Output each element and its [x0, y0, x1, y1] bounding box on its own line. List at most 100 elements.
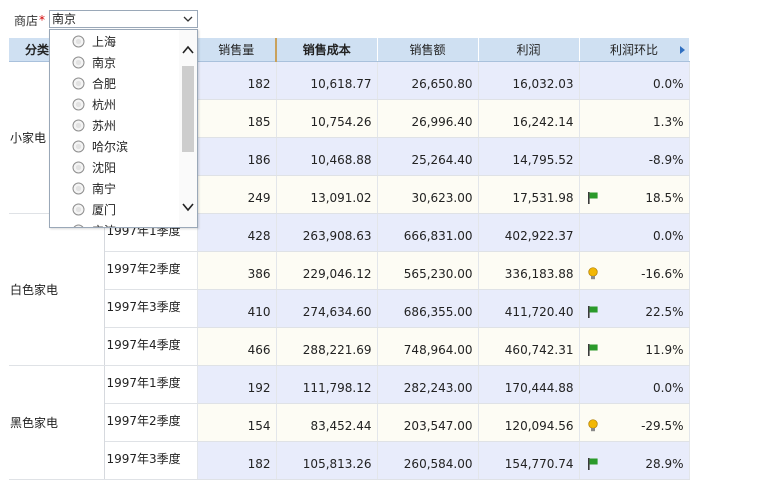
sales-amount-cell: 260,584.00 [377, 442, 478, 480]
triangle-right-icon[interactable] [680, 46, 685, 54]
sales-cost-cell: 13,091.02 [276, 176, 377, 214]
dropdown-option-label: 苏州 [92, 119, 116, 133]
dropdown-option[interactable]: 厦门 [72, 200, 187, 220]
profit-growth-value: 0.0% [653, 229, 684, 243]
radio-icon[interactable] [72, 56, 85, 69]
quarter-cell: 1997年2季度 [104, 252, 197, 290]
profit-growth-cell: 0.0% [579, 214, 689, 252]
sales-amount-cell: 25,264.40 [377, 138, 478, 176]
profit-cell: 170,444.88 [478, 366, 579, 404]
sales-qty-cell: 182 [197, 442, 276, 480]
profit-growth-cell: 0.0% [579, 366, 689, 404]
dropdown-option[interactable]: 杭州 [72, 95, 187, 115]
quarter-cell: 1997年3季度 [104, 290, 197, 328]
store-label: 商店 [14, 12, 38, 29]
sales-cost-cell: 111,798.12 [276, 366, 377, 404]
profit-growth-value: -16.6% [641, 267, 683, 281]
radio-icon[interactable] [72, 98, 85, 111]
profit-growth-cell: -8.9% [579, 138, 689, 176]
profit-cell: 460,742.31 [478, 328, 579, 366]
sales-qty-cell: 182 [197, 62, 276, 100]
sales-cost-cell: 10,754.26 [276, 100, 377, 138]
dropdown-option-label: 合肥 [92, 77, 116, 91]
radio-icon[interactable] [72, 224, 85, 228]
profit-growth-value: -29.5% [641, 419, 683, 433]
radio-icon[interactable] [72, 35, 85, 48]
table-row: 1997年4季度466288,221.69748,964.00460,742.3… [9, 328, 689, 366]
profit-growth-cell: 0.0% [579, 62, 689, 100]
profit-growth-value: 18.5% [645, 191, 683, 205]
sales-amount-cell: 26,650.80 [377, 62, 478, 100]
radio-icon[interactable] [72, 203, 85, 216]
sales-qty-cell: 466 [197, 328, 276, 366]
profit-cell: 411,720.40 [478, 290, 579, 328]
sales-qty-cell: 185 [197, 100, 276, 138]
sales-cost-cell: 288,221.69 [276, 328, 377, 366]
profit-growth-cell: 28.9% [579, 442, 689, 480]
profit-growth-value: 0.0% [653, 381, 684, 395]
profit-growth-cell: 11.9% [579, 328, 689, 366]
chevron-down-icon[interactable] [181, 201, 195, 213]
quarter-cell: 1997年3季度 [104, 442, 197, 480]
profit-cell: 17,531.98 [478, 176, 579, 214]
table-row: 1997年3季度182105,813.26260,584.00154,770.7… [9, 442, 689, 480]
dropdown-option[interactable]: 苏州 [72, 116, 187, 136]
dropdown-option[interactable]: 沈阳 [72, 158, 187, 178]
sales-cost-cell: 105,813.26 [276, 442, 377, 480]
radio-icon[interactable] [72, 77, 85, 90]
sales-cost-cell: 263,908.63 [276, 214, 377, 252]
profit-growth-cell: 1.3% [579, 100, 689, 138]
sales-amount-cell: 282,243.00 [377, 366, 478, 404]
green-flag-icon [587, 343, 599, 357]
store-dropdown-list[interactable]: 上海南京合肥杭州苏州哈尔滨沈阳南宁厦门宁波 [49, 29, 198, 228]
required-mark: * [39, 13, 45, 27]
profit-cell: 16,032.03 [478, 62, 579, 100]
table-row: 1997年2季度386229,046.12565,230.00336,183.8… [9, 252, 689, 290]
radio-icon[interactable] [72, 140, 85, 153]
header-profit-growth[interactable]: 利润环比 [579, 38, 689, 62]
profit-growth-cell: -29.5% [579, 404, 689, 442]
radio-icon[interactable] [72, 161, 85, 174]
dropdown-option[interactable]: 南京 [72, 53, 187, 73]
radio-icon[interactable] [72, 119, 85, 132]
sales-qty-cell: 192 [197, 366, 276, 404]
profit-growth-value: 1.3% [653, 115, 684, 129]
green-flag-icon [587, 457, 599, 471]
header-profit[interactable]: 利润 [478, 38, 579, 62]
lightbulb-icon [587, 267, 599, 281]
sales-qty-cell: 249 [197, 176, 276, 214]
sales-qty-cell: 186 [197, 138, 276, 176]
dropdown-option[interactable]: 上海 [72, 32, 187, 52]
dropdown-option-label: 宁波 [92, 224, 116, 228]
chevron-up-icon[interactable] [181, 44, 195, 56]
profit-growth-cell: 18.5% [579, 176, 689, 214]
profit-growth-value: -8.9% [649, 153, 684, 167]
header-sales-qty[interactable]: 销售量 [197, 38, 276, 62]
sales-qty-cell: 428 [197, 214, 276, 252]
sales-amount-cell: 748,964.00 [377, 328, 478, 366]
dropdown-option[interactable]: 哈尔滨 [72, 137, 187, 157]
profit-cell: 336,183.88 [478, 252, 579, 290]
header-sales-amount[interactable]: 销售额 [377, 38, 478, 62]
dropdown-option-label: 杭州 [92, 98, 116, 112]
radio-icon[interactable] [72, 182, 85, 195]
profit-growth-cell: 22.5% [579, 290, 689, 328]
dropdown-option-label: 南京 [92, 56, 116, 70]
sales-amount-cell: 203,547.00 [377, 404, 478, 442]
scrollbar-thumb[interactable] [182, 66, 194, 152]
sales-cost-cell: 10,618.77 [276, 62, 377, 100]
profit-cell: 402,922.37 [478, 214, 579, 252]
store-filter: 商店* [14, 10, 45, 30]
dropdown-scrollbar[interactable] [179, 30, 197, 227]
dropdown-option[interactable]: 南宁 [72, 179, 187, 199]
dropdown-option[interactable]: 宁波 [72, 221, 187, 228]
store-select[interactable]: 南京 [49, 10, 198, 28]
dropdown-option-label: 哈尔滨 [92, 140, 128, 154]
header-sales-cost[interactable]: 销售成本 [276, 38, 377, 62]
dropdown-option[interactable]: 合肥 [72, 74, 187, 94]
green-flag-icon [587, 191, 599, 205]
quarter-cell: 1997年2季度 [104, 404, 197, 442]
profit-cell: 16,242.14 [478, 100, 579, 138]
chevron-down-icon[interactable] [182, 12, 194, 26]
category-cell: 黑色家电 [9, 366, 104, 480]
